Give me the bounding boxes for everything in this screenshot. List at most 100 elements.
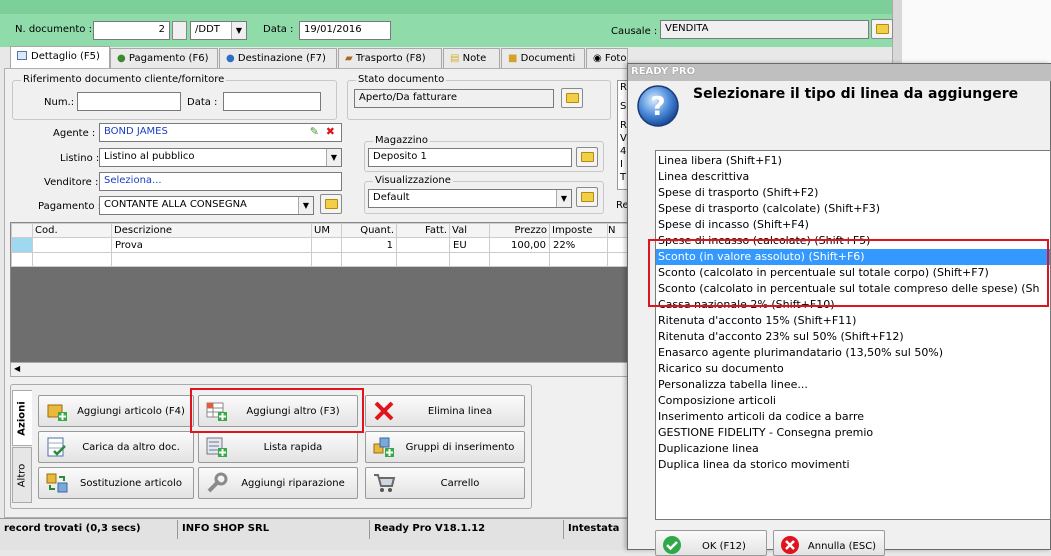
list-item[interactable]: Inserimento articoli da codice a barre xyxy=(656,409,1050,425)
wrench-icon xyxy=(207,472,228,493)
ok-button[interactable]: OK (F12) xyxy=(655,530,767,556)
tab-documenti[interactable]: ■ Documenti xyxy=(501,48,585,69)
cancel-button[interactable]: Annulla (ESC) xyxy=(773,530,885,556)
cell-prezzo[interactable]: 100,00 xyxy=(489,237,550,253)
cell-imposte[interactable]: 22% xyxy=(549,237,608,253)
listino-combo[interactable]: Listino al pubblico ▼ xyxy=(99,148,342,167)
magazzino-field[interactable]: Deposito 1 xyxy=(368,148,572,167)
chevron-down-icon[interactable]: ▼ xyxy=(231,22,246,39)
venditore-field[interactable]: Seleziona... xyxy=(99,172,342,191)
list-item[interactable]: Spese di trasporto (Shift+F2) xyxy=(656,185,1050,201)
stato-folder-button[interactable] xyxy=(561,88,583,108)
grid-header-quant[interactable]: Quant. xyxy=(341,223,397,238)
cell-um[interactable] xyxy=(311,237,342,253)
pagamento-combo[interactable]: CONTANTE ALLA CONSEGNA ▼ xyxy=(99,196,314,215)
cell-quant[interactable]: 1 xyxy=(341,237,397,253)
aggiungi-riparazione-button[interactable]: Aggiungi riparazione xyxy=(198,467,358,499)
delete-icon xyxy=(374,401,394,421)
dialog-titlebar[interactable]: READY PRO xyxy=(628,64,1051,81)
list-item[interactable]: Composizione articoli xyxy=(656,393,1050,409)
list-item[interactable]: Enasarco agente plurimandatario (13,50% … xyxy=(656,345,1050,361)
status-records: record trovati (0,3 secs) xyxy=(0,520,178,539)
ndoc-spin[interactable] xyxy=(172,21,187,40)
tab-trasporto[interactable]: ▰ Trasporto (F8) xyxy=(338,48,442,69)
cell-n[interactable] xyxy=(607,237,627,253)
list-item[interactable]: Spese di trasporto (calcolate) (Shift+F3… xyxy=(656,201,1050,217)
doctype-value: /DDT xyxy=(195,24,220,35)
list-item[interactable]: Spese di incasso (Shift+F4) xyxy=(656,217,1050,233)
line-type-list[interactable]: Linea libera (Shift+F1) Linea descrittiv… xyxy=(655,150,1051,520)
chevron-down-icon[interactable]: ▼ xyxy=(298,197,313,214)
grid-header-fatt[interactable]: Fatt. xyxy=(396,223,450,238)
pencil-icon[interactable]: ✎ xyxy=(310,125,319,138)
list-item[interactable]: Personalizza tabella linee... xyxy=(656,377,1050,393)
visualizzazione-value: Default xyxy=(373,192,410,203)
cell-val[interactable]: EU xyxy=(449,237,490,253)
table-row[interactable]: Prova 1 EU 100,00 22% xyxy=(11,237,627,253)
list-item[interactable]: Ritenuta d'acconto 15% (Shift+F11) xyxy=(656,313,1050,329)
grid-header-descrizione[interactable]: Descrizione xyxy=(111,223,312,238)
list-add-icon xyxy=(206,437,227,457)
delete-icon[interactable]: ✖ xyxy=(326,125,335,138)
causale-folder-button[interactable] xyxy=(871,19,893,39)
highlight-aggiungi-altro xyxy=(190,388,364,433)
sostituzione-articolo-button[interactable]: Sostituzione articolo xyxy=(38,467,194,499)
aggiungi-articolo-button[interactable]: Aggiungi articolo (F4) xyxy=(38,395,194,427)
list-item[interactable]: Ritenuta d'acconto 23% sul 50% (Shift+F1… xyxy=(656,329,1050,345)
gruppi-di-inserimento-button[interactable]: Gruppi di inserimento xyxy=(365,431,525,463)
grid-header-um[interactable]: UM xyxy=(311,223,342,238)
elimina-linea-button[interactable]: Elimina linea xyxy=(365,395,525,427)
tab-dettaglio[interactable]: Dettaglio (F5) xyxy=(10,46,110,69)
chevron-down-icon[interactable]: ▼ xyxy=(326,149,341,166)
ndoc-field[interactable]: 2 xyxy=(93,21,170,40)
tab-foto[interactable]: ◉ Foto xyxy=(586,48,628,69)
carica-da-altro-doc-button[interactable]: Carica da altro doc. xyxy=(38,431,194,463)
magazzino-folder-button[interactable] xyxy=(576,147,598,167)
visualizzazione-combo[interactable]: Default ▼ xyxy=(368,189,572,208)
chevron-down-icon[interactable]: ▼ xyxy=(556,190,571,207)
tab-pagamento[interactable]: ● Pagamento (F6) xyxy=(110,48,218,69)
cell-cod[interactable] xyxy=(32,237,112,253)
tab-destinazione[interactable]: ● Destinazione (F7) xyxy=(219,48,337,69)
num-field[interactable] xyxy=(77,92,181,111)
cell-descrizione[interactable]: Prova xyxy=(111,237,312,253)
grid-header-val[interactable]: Val xyxy=(449,223,490,238)
list-item[interactable]: Linea descrittiva xyxy=(656,169,1050,185)
rif-data-field[interactable] xyxy=(223,92,321,111)
list-item[interactable]: Duplicazione linea xyxy=(656,441,1050,457)
grid-header-imposte[interactable]: Imposte xyxy=(549,223,608,238)
side-tab-azioni[interactable]: Azioni xyxy=(12,390,32,446)
tab-note[interactable]: ▤ Note xyxy=(443,48,500,69)
row-indicator xyxy=(11,237,33,253)
rif-data-label: Data : xyxy=(187,97,218,108)
globe-icon: ● xyxy=(226,53,235,64)
scroll-left-icon[interactable]: ◀ xyxy=(14,364,20,373)
pagamento-folder-button[interactable] xyxy=(320,194,342,214)
status-intestatario: Intestata xyxy=(568,523,620,534)
visualizzazione-folder-button[interactable] xyxy=(576,187,598,207)
question-icon: ? xyxy=(637,85,679,127)
grid-hscrollbar[interactable]: ◀ xyxy=(10,362,628,377)
venditore-value: Seleziona... xyxy=(104,175,162,186)
lista-rapida-button[interactable]: Lista rapida xyxy=(198,431,358,463)
doctype-combo[interactable]: /DDT ▼ xyxy=(190,21,247,40)
agente-field[interactable]: BOND JAMES ✎ ✖ xyxy=(99,123,342,142)
table-row[interactable] xyxy=(11,252,627,267)
side-tab-altro[interactable]: Altro xyxy=(12,447,32,503)
grid-header-prezzo[interactable]: Prezzo xyxy=(489,223,550,238)
svg-text:?: ? xyxy=(650,92,665,122)
grid-header-cod[interactable]: Cod. xyxy=(32,223,112,238)
date-field[interactable]: 19/01/2016 xyxy=(299,21,391,40)
cell-fatt[interactable] xyxy=(396,237,450,253)
list-item[interactable]: Linea libera (Shift+F1) xyxy=(656,153,1050,169)
lines-grid[interactable]: Cod. Descrizione UM Quant. Fatt. Val Pre… xyxy=(10,222,628,377)
list-item[interactable]: Ricarico su documento xyxy=(656,361,1050,377)
grid-icon xyxy=(17,51,27,60)
agente-label: Agente : xyxy=(53,128,96,139)
list-item[interactable]: Duplica linea da storico movimenti xyxy=(656,457,1050,473)
causale-field[interactable]: VENDITA xyxy=(660,20,869,39)
stato-field[interactable]: Aperto/Da fatturare xyxy=(354,89,554,108)
carrello-button[interactable]: Carrello xyxy=(365,467,525,499)
grid-header-n[interactable]: N xyxy=(607,223,627,238)
list-item[interactable]: GESTIONE FIDELITY - Consegna premio xyxy=(656,425,1050,441)
